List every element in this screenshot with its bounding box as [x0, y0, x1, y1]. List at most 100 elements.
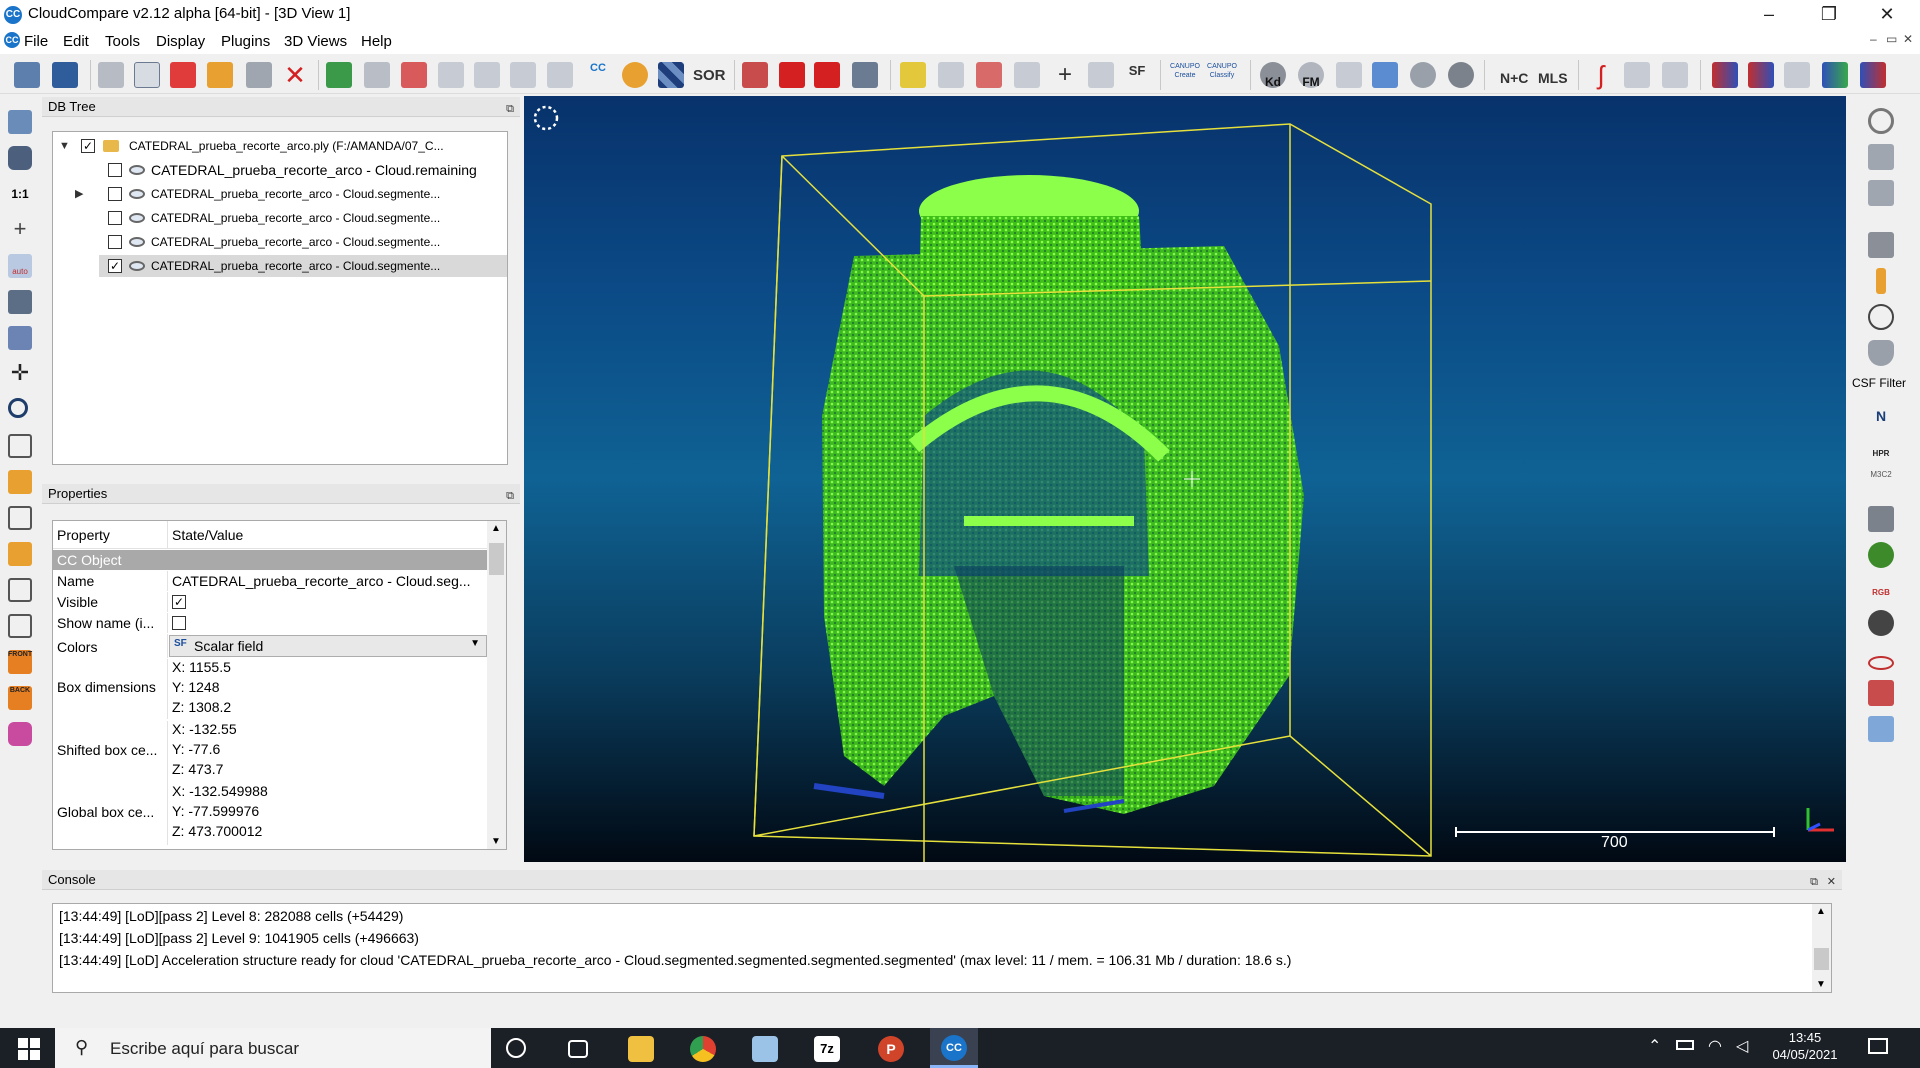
canupo-create-icon[interactable]: CANUPO Create: [1170, 62, 1200, 88]
translate-icon[interactable]: [779, 62, 805, 88]
view-back-icon[interactable]: [8, 542, 32, 566]
properties-scrollbar[interactable]: ▲ ▼: [487, 521, 506, 849]
settings-icon[interactable]: [98, 62, 124, 88]
scroll-thumb[interactable]: [1814, 948, 1829, 970]
film-icon[interactable]: [1868, 232, 1894, 258]
scroll-down-icon[interactable]: ▼: [1816, 979, 1826, 990]
float-icon[interactable]: ⧉: [506, 99, 514, 119]
menu-edit[interactable]: Edit: [63, 33, 89, 50]
normals-icon[interactable]: [474, 62, 500, 88]
mdi-minimize-button[interactable]: –: [1870, 32, 1877, 46]
tree-item[interactable]: CATEDRAL_prueba_recorte_arco - Cloud.rem…: [53, 159, 507, 181]
tree-root-checkbox[interactable]: ✓: [81, 139, 95, 153]
add-point-icon[interactable]: [170, 62, 196, 88]
scale-1-1-icon[interactable]: 1:1: [8, 182, 32, 206]
forbidden-icon[interactable]: [1868, 108, 1894, 134]
sphere-green-icon[interactable]: [1868, 542, 1894, 568]
menu-plugins[interactable]: Plugins: [221, 33, 270, 50]
front-iso-icon[interactable]: FRONT: [8, 650, 32, 674]
surface-3-icon[interactable]: [1784, 62, 1810, 88]
tree-item-checkbox[interactable]: [108, 235, 122, 249]
mesh-icon[interactable]: [438, 62, 464, 88]
paint-icon[interactable]: [752, 1036, 778, 1062]
menu-3d-views[interactable]: 3D Views: [284, 33, 347, 50]
file-explorer-icon[interactable]: [628, 1036, 654, 1062]
view-bottom-icon[interactable]: [8, 614, 32, 638]
scissors-icon[interactable]: [742, 62, 768, 88]
tree-item-checkbox[interactable]: [108, 163, 122, 177]
powerpoint-icon[interactable]: P: [878, 1036, 904, 1062]
landscape-icon[interactable]: [1868, 716, 1894, 742]
delete-icon[interactable]: ✕: [282, 62, 308, 88]
distance-icon[interactable]: [510, 62, 536, 88]
chevron-up-icon[interactable]: ⌃: [1648, 1036, 1661, 1056]
gear-icon[interactable]: [1868, 610, 1894, 636]
dots-icon[interactable]: [401, 62, 427, 88]
subsample-icon[interactable]: [364, 62, 390, 88]
task-view-icon[interactable]: [568, 1040, 588, 1058]
shield-icon[interactable]: [1868, 340, 1894, 366]
console-log[interactable]: [13:44:49] [LoD][pass 2] Level 8: 282088…: [52, 903, 1832, 993]
visible-checkbox[interactable]: ✓: [172, 595, 186, 609]
tree-item-checkbox[interactable]: ✓: [108, 259, 122, 273]
tree-item[interactable]: CATEDRAL_prueba_recorte_arco - Cloud.seg…: [53, 207, 507, 229]
chart-icon[interactable]: [938, 62, 964, 88]
name-value[interactable]: CATEDRAL_prueba_recorte_arco - Cloud.seg…: [172, 573, 471, 589]
surface-1-icon[interactable]: [1712, 62, 1738, 88]
save-icon[interactable]: [52, 62, 78, 88]
view-front-icon[interactable]: [8, 470, 32, 494]
tree-item-selected[interactable]: ✓ CATEDRAL_prueba_recorte_arco - Cloud.s…: [99, 255, 507, 277]
surface-5-icon[interactable]: [1860, 62, 1886, 88]
expand-arrow-icon[interactable]: ▶: [75, 183, 83, 205]
tree-item-checkbox[interactable]: [108, 187, 122, 201]
scatter-icon[interactable]: [1624, 62, 1650, 88]
mls-icon[interactable]: MLS: [1538, 62, 1568, 88]
minimize-button[interactable]: –: [1747, 2, 1791, 26]
histogram-icon[interactable]: [900, 62, 926, 88]
sf-max-icon[interactable]: [976, 62, 1002, 88]
registration-icon[interactable]: [547, 62, 573, 88]
plane-icon[interactable]: [814, 62, 840, 88]
scroll-up-icon[interactable]: ▲: [491, 523, 501, 534]
align-icon[interactable]: [852, 62, 878, 88]
calculator-icon[interactable]: [1014, 62, 1040, 88]
globe-icon[interactable]: [1448, 62, 1474, 88]
view-left-icon[interactable]: [8, 506, 32, 530]
taskbar-search[interactable]: ⚲ Escribe aquí para buscar: [55, 1028, 491, 1068]
tree-root-row[interactable]: ▼ ✓ CATEDRAL_prueba_recorte_arco.ply (F:…: [53, 135, 507, 157]
chrome-icon[interactable]: [690, 1036, 716, 1062]
ellipse-icon[interactable]: [1868, 656, 1894, 670]
color-icon[interactable]: [622, 62, 648, 88]
console-scrollbar[interactable]: ▲ ▼: [1812, 904, 1831, 992]
arrow-icon[interactable]: [1662, 62, 1688, 88]
3d-view[interactable]: 700: [524, 96, 1846, 862]
display-icon[interactable]: [8, 110, 32, 134]
wifi-icon[interactable]: ◠: [1708, 1036, 1722, 1056]
7zip-icon[interactable]: 7z: [814, 1036, 840, 1062]
mdi-restore-button[interactable]: ▭: [1886, 32, 1897, 46]
windows-start-icon[interactable]: [18, 1038, 40, 1060]
property-column-header[interactable]: Property: [57, 527, 110, 543]
list-icon[interactable]: [134, 62, 160, 88]
hpr-icon[interactable]: HPR: [1868, 436, 1894, 462]
battery-icon[interactable]: [1676, 1040, 1694, 1050]
zoom-icon[interactable]: [8, 398, 28, 418]
scroll-down-icon[interactable]: ▼: [491, 836, 501, 847]
brush-icon[interactable]: [1876, 268, 1886, 294]
scroll-thumb[interactable]: [489, 543, 504, 575]
value-column-header[interactable]: State/Value: [172, 527, 243, 543]
csf-filter-label[interactable]: CSF Filter: [1852, 376, 1906, 390]
surface-2-icon[interactable]: [1748, 62, 1774, 88]
colors-dropdown[interactable]: SF Scalar field ▼: [169, 635, 487, 657]
grid-icon[interactable]: [1088, 62, 1114, 88]
view-top-icon[interactable]: [8, 434, 32, 458]
pivot-icon[interactable]: +: [8, 218, 32, 242]
image-icon[interactable]: [207, 62, 233, 88]
show-name-checkbox[interactable]: [172, 616, 186, 630]
fast-marching-icon[interactable]: FM: [1298, 62, 1324, 89]
sketch-icon[interactable]: ʃ: [1588, 62, 1614, 88]
notifications-icon[interactable]: [1868, 1038, 1888, 1054]
tree-item[interactable]: CATEDRAL_prueba_recorte_arco - Cloud.seg…: [53, 231, 507, 253]
cube-icon[interactable]: [8, 326, 32, 350]
menu-display[interactable]: Display: [156, 33, 205, 50]
